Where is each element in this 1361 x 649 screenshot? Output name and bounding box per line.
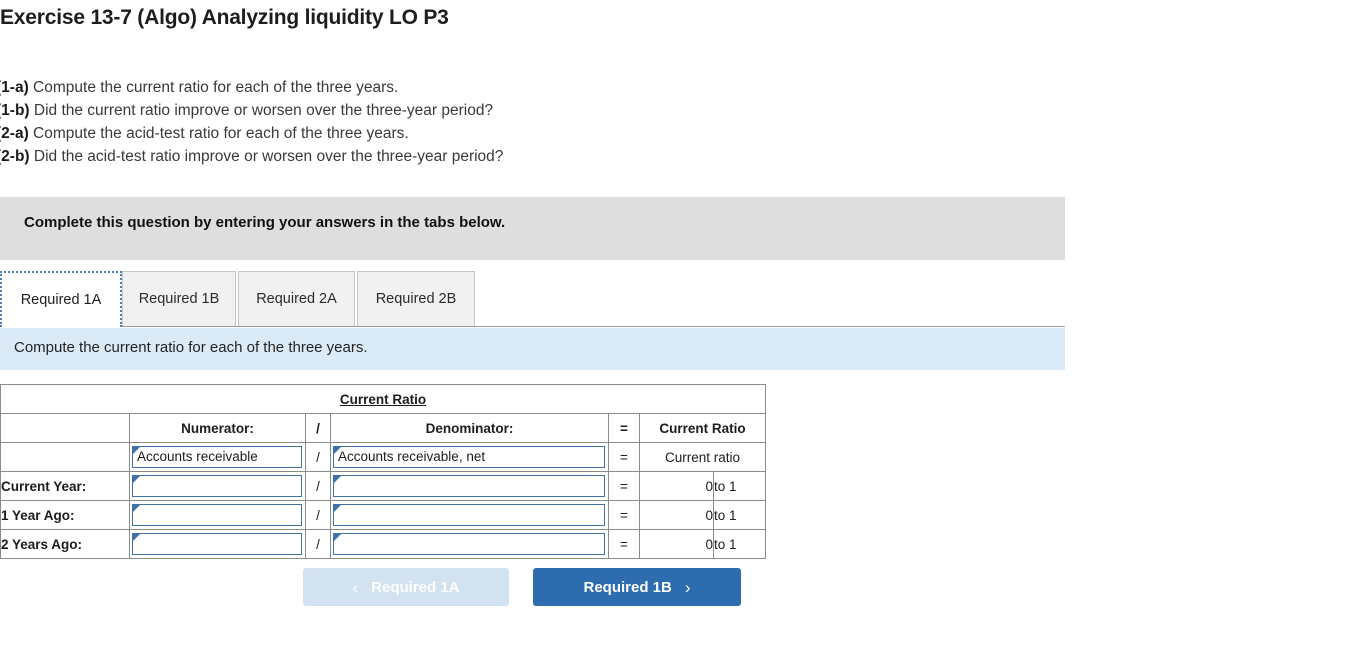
chevron-left-icon: ‹ [352, 577, 359, 597]
tab-required-2b[interactable]: Required 2B [357, 271, 475, 326]
formula-numerator-input[interactable]: Accounts receivable [132, 445, 302, 468]
denominator-input-1-year-ago[interactable] [333, 503, 605, 526]
requirement-2b-key: (2-b) [0, 148, 30, 165]
denominator-cell-current-year[interactable] [330, 471, 609, 501]
dropdown-triangle-icon [334, 446, 341, 454]
next-requirement-button[interactable]: Required 1B › [533, 568, 741, 606]
requirement-1a-text: Compute the current ratio for each of th… [33, 79, 399, 96]
tab-required-2a-label: Required 2A [256, 291, 337, 307]
requirement-1b-text: Did the current ratio improve or worsen … [33, 102, 494, 119]
divider-1-year-ago: / [305, 500, 331, 530]
table-title: Current Ratio [0, 384, 766, 414]
previous-requirement-button[interactable]: ‹ Required 1A [303, 568, 509, 606]
next-requirement-label: Required 1B [583, 578, 672, 596]
formula-divider: / [305, 442, 331, 472]
numerator-cell-2-years-ago[interactable] [129, 529, 306, 559]
divider-current-year: / [305, 471, 331, 501]
denominator-cell-1-year-ago[interactable] [330, 500, 609, 530]
formula-denominator-cell[interactable]: Accounts receivable, net [330, 442, 609, 472]
requirement-1a: (1-a) Compute the current ratio for each… [0, 76, 503, 99]
unit-current-year: to 1 [713, 471, 766, 501]
tab-required-1a-label: Required 1A [20, 292, 102, 308]
chevron-right-icon: › [684, 577, 691, 597]
denominator-input-2-years-ago[interactable] [333, 532, 605, 555]
row-label-current-year: Current Year: [0, 471, 130, 501]
header-numerator: Numerator: [129, 413, 306, 443]
previous-requirement-label: Required 1A [371, 578, 460, 596]
tab-required-1b[interactable]: Required 1B [122, 271, 236, 326]
requirement-2a: (2-a) Compute the acid-test ratio for ea… [0, 122, 503, 145]
dropdown-triangle-icon [334, 533, 341, 541]
requirement-tabs: Required 1A Required 1B Required 2A Requ… [0, 271, 1065, 327]
formula-denominator-input[interactable]: Accounts receivable, net [333, 445, 605, 468]
formula-equals: = [608, 442, 640, 472]
numerator-cell-1-year-ago[interactable] [129, 500, 306, 530]
instruction-text: Compute the current ratio for each of th… [14, 339, 368, 356]
header-divider: / [305, 413, 331, 443]
dropdown-triangle-icon [334, 504, 341, 512]
complete-question-banner: Complete this question by entering your … [0, 197, 1065, 260]
table-row: 1 Year Ago: / = 0 to 1 [0, 500, 766, 530]
requirements-list: (1-a) Compute the current ratio for each… [0, 76, 503, 168]
result-current-year: 0 [639, 471, 714, 501]
formula-numerator-cell[interactable]: Accounts receivable [129, 442, 306, 472]
divider-2-years-ago: / [305, 529, 331, 559]
header-denominator: Denominator: [330, 413, 609, 443]
dropdown-triangle-icon [133, 446, 140, 454]
tab-required-2a[interactable]: Required 2A [238, 271, 355, 326]
dropdown-triangle-icon [334, 475, 341, 483]
requirement-1a-key: (1-a) [0, 79, 29, 96]
requirement-1b: (1-b) Did the current ratio improve or w… [0, 99, 503, 122]
table-formula-row: Accounts receivable / Accounts receivabl… [0, 442, 766, 472]
tab-required-1a[interactable]: Required 1A [0, 271, 122, 327]
requirement-2a-key: (2-a) [0, 125, 29, 142]
unit-2-years-ago: to 1 [713, 529, 766, 559]
requirement-2b: (2-b) Did the acid-test ratio improve or… [0, 145, 503, 168]
header-current-ratio: Current Ratio [639, 413, 766, 443]
header-blank [0, 413, 130, 443]
requirement-2b-text: Did the acid-test ratio improve or worse… [33, 148, 504, 165]
denominator-input-current-year[interactable] [333, 474, 605, 497]
denominator-cell-2-years-ago[interactable] [330, 529, 609, 559]
equals-2-years-ago: = [608, 529, 640, 559]
dropdown-triangle-icon [133, 475, 140, 483]
dropdown-triangle-icon [133, 504, 140, 512]
tab-required-1b-label: Required 1B [138, 291, 220, 307]
numerator-input-2-years-ago[interactable] [132, 532, 302, 555]
numerator-input-current-year[interactable] [132, 474, 302, 497]
unit-1-year-ago: to 1 [713, 500, 766, 530]
row-label-2-years-ago: 2 Years Ago: [0, 529, 130, 559]
dropdown-triangle-icon [133, 533, 140, 541]
requirement-1b-key: (1-b) [0, 102, 30, 119]
table-row: 2 Years Ago: / = 0 to 1 [0, 529, 766, 559]
row-label-1-year-ago: 1 Year Ago: [0, 500, 130, 530]
result-2-years-ago: 0 [639, 529, 714, 559]
page-title: Exercise 13-7 (Algo) Analyzing liquidity… [0, 6, 449, 29]
header-equals: = [608, 413, 640, 443]
result-1-year-ago: 0 [639, 500, 714, 530]
table-header-row: Numerator: / Denominator: = Current Rati… [0, 413, 766, 443]
formula-row-label [0, 442, 130, 472]
numerator-input-1-year-ago[interactable] [132, 503, 302, 526]
formula-numerator-value: Accounts receivable [137, 449, 258, 464]
requirement-2a-text: Compute the acid-test ratio for each of … [33, 125, 409, 142]
formula-denominator-value: Accounts receivable, net [338, 449, 486, 464]
tab-required-2b-label: Required 2B [375, 291, 457, 307]
numerator-cell-current-year[interactable] [129, 471, 306, 501]
table-row: Current Year: / = 0 to 1 [0, 471, 766, 501]
formula-result-label: Current ratio [639, 442, 766, 472]
equals-current-year: = [608, 471, 640, 501]
instruction-bar: Compute the current ratio for each of th… [0, 328, 1065, 370]
complete-question-banner-text: Complete this question by entering your … [24, 214, 506, 231]
table-title-row: Current Ratio [0, 384, 766, 414]
equals-1-year-ago: = [608, 500, 640, 530]
current-ratio-table: Current Ratio Numerator: / Denominator: … [0, 384, 766, 559]
